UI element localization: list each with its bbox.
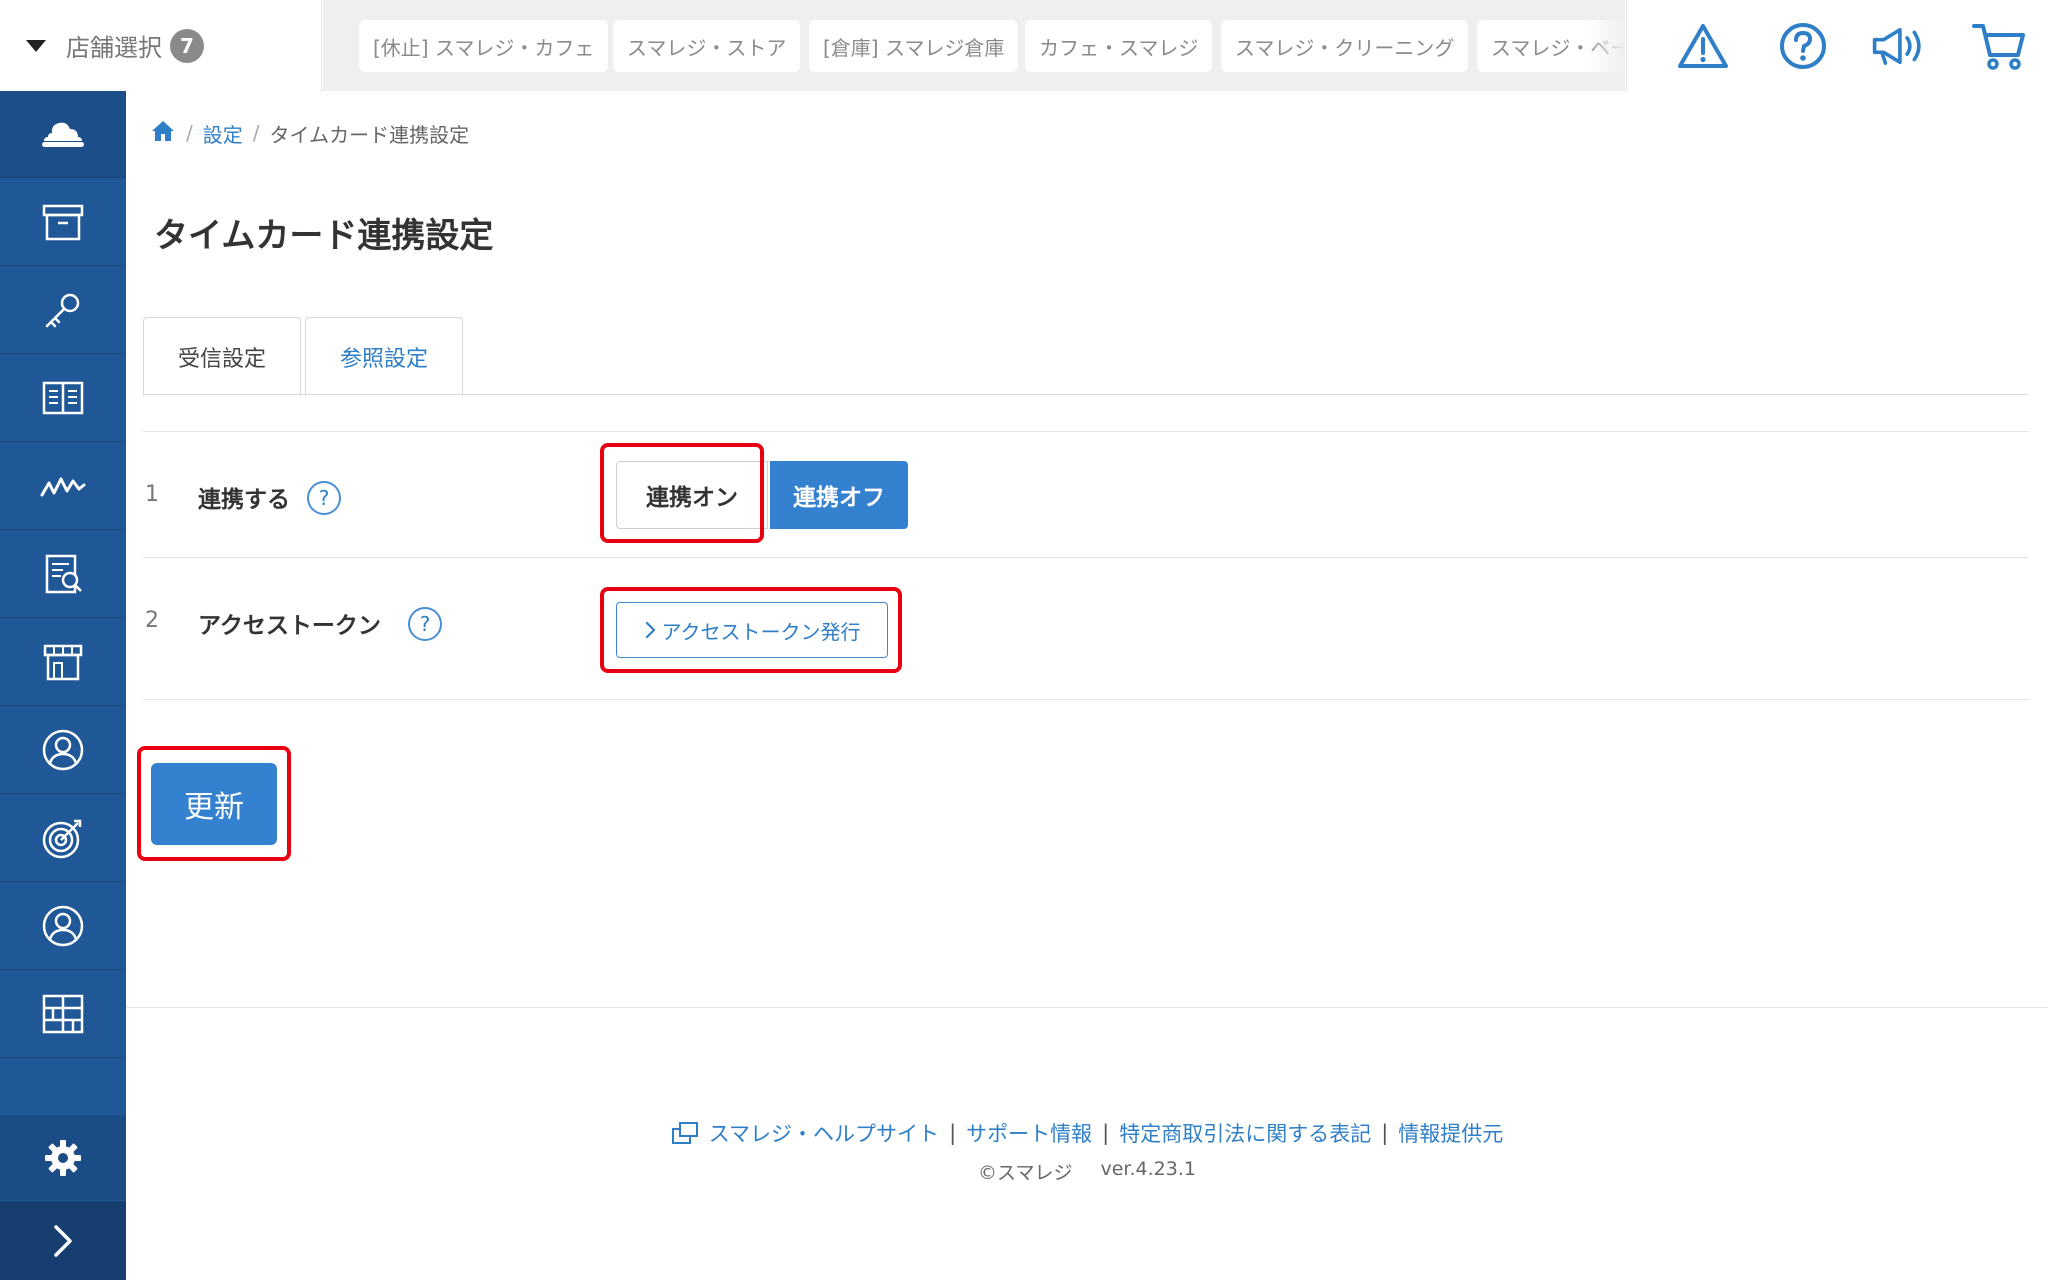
row-label-access-token: アクセストークン: [198, 613, 381, 639]
sidebar-item-store[interactable]: [0, 619, 126, 706]
gear-icon: [45, 1139, 81, 1176]
sidebar-item-reports[interactable]: [0, 531, 126, 618]
help-icon[interactable]: [1775, 18, 1831, 74]
top-icons: [1626, 0, 2048, 91]
row-divider: [143, 431, 2028, 432]
grid-icon: [42, 994, 84, 1034]
store-tab[interactable]: スマレジ・ストア: [613, 20, 801, 72]
tab-receive-settings[interactable]: 受信設定: [143, 317, 301, 396]
megaphone-icon[interactable]: [1871, 18, 1927, 74]
tab-divider: [143, 394, 2028, 395]
footer-separator: |: [1102, 1121, 1110, 1145]
footer-links: スマレジ・ヘルプサイト | サポート情報 | 特定商取引法に関する表記 | 情報…: [126, 1118, 2048, 1148]
sidebar-expand[interactable]: [0, 1201, 126, 1280]
footer-separator: |: [1381, 1121, 1389, 1145]
store-tab[interactable]: [倉庫] スマレジ倉庫: [809, 20, 1019, 72]
sidebar-settings[interactable]: [0, 1115, 126, 1200]
link-off-button[interactable]: 連携オフ: [770, 461, 908, 529]
store-tab[interactable]: スマレジ・クリーニング: [1221, 20, 1469, 72]
row-number: 1: [145, 482, 159, 507]
footer-separator: |: [949, 1121, 957, 1145]
tabs-fade: [1585, 0, 1625, 91]
chart-icon: [40, 477, 86, 497]
update-button[interactable]: 更新: [151, 763, 277, 845]
row-divider: [143, 557, 2028, 558]
breadcrumb: / 設定 / タイムカード連携設定: [150, 118, 469, 148]
issue-access-token-label: アクセストークン発行: [661, 619, 861, 644]
issue-access-token-button[interactable]: アクセストークン発行: [616, 602, 888, 658]
warning-icon[interactable]: [1675, 18, 1731, 74]
version-text: ver.4.23.1: [1100, 1158, 1196, 1180]
sidebar-item-book[interactable]: [0, 355, 126, 442]
link-on-button[interactable]: 連携オン: [616, 461, 768, 529]
help-icon[interactable]: ?: [307, 481, 341, 515]
caret-down-icon: [26, 39, 46, 52]
footer-link-legal[interactable]: 特定商取引法に関する表記: [1119, 1118, 1371, 1148]
target-icon: [42, 819, 82, 859]
footer-link-source[interactable]: 情報提供元: [1398, 1118, 1503, 1148]
store-tab[interactable]: カフェ・スマレジ: [1025, 20, 1213, 72]
external-window-icon: [671, 1122, 698, 1144]
chevron-right-icon: [645, 621, 655, 639]
store-icon: [43, 644, 83, 681]
customer-icon: [42, 729, 84, 771]
key-icon: [45, 293, 80, 328]
home-icon[interactable]: [150, 119, 176, 148]
row-label-link: 連携する: [198, 487, 290, 513]
cloud-icon: [42, 122, 84, 147]
store-tab[interactable]: [休止] スマレジ・カフェ: [359, 20, 609, 72]
row-divider: [143, 699, 2028, 700]
sidebar-item-staff[interactable]: [0, 883, 126, 970]
chevron-right-icon: [54, 1224, 72, 1257]
copyright-text: ©スマレジ: [978, 1162, 1073, 1184]
breadcrumb-settings[interactable]: 設定: [203, 119, 243, 148]
footer-divider: [126, 1007, 2048, 1008]
sidebar-item-target[interactable]: [0, 795, 126, 882]
footer-link-help[interactable]: スマレジ・ヘルプサイト: [709, 1118, 939, 1148]
breadcrumb-separator: /: [252, 121, 260, 145]
sidebar-item-products[interactable]: [0, 179, 126, 266]
archive-icon: [42, 204, 84, 241]
store-select-label: 店舗選択: [66, 34, 162, 62]
tab-reference-settings[interactable]: 参照設定: [305, 317, 463, 396]
sidebar-item-apps[interactable]: [0, 971, 126, 1058]
row-number: 2: [145, 608, 159, 633]
sidebar-item-analytics[interactable]: [0, 443, 126, 530]
sidebar-item-home[interactable]: [0, 91, 126, 178]
page-title: タイムカード連携設定: [154, 216, 494, 256]
store-count-badge: 7: [170, 28, 204, 63]
breadcrumb-separator: /: [186, 121, 193, 145]
sidebar-item-customers[interactable]: [0, 707, 126, 794]
cart-icon[interactable]: [1971, 18, 2027, 74]
store-select-dropdown[interactable]: 店舗選択 7: [0, 0, 322, 91]
help-icon[interactable]: ?: [408, 607, 442, 641]
sidebar-item-key[interactable]: [0, 267, 126, 354]
footer-copyright: ©スマレジ ver.4.23.1: [126, 1158, 2048, 1185]
footer-link-support[interactable]: サポート情報: [966, 1118, 1092, 1148]
staff-icon: [42, 905, 84, 947]
book-icon: [42, 381, 84, 415]
sidebar: [0, 91, 126, 1280]
store-tabs: [休止] スマレジ・カフェ スマレジ・ストア [倉庫] スマレジ倉庫 カフェ・ス…: [323, 0, 1625, 91]
report-icon: [45, 554, 82, 594]
top-bar: 店舗選択 7 [休止] スマレジ・カフェ スマレジ・ストア [倉庫] スマレジ倉…: [0, 0, 2048, 91]
breadcrumb-current: タイムカード連携設定: [269, 122, 470, 147]
